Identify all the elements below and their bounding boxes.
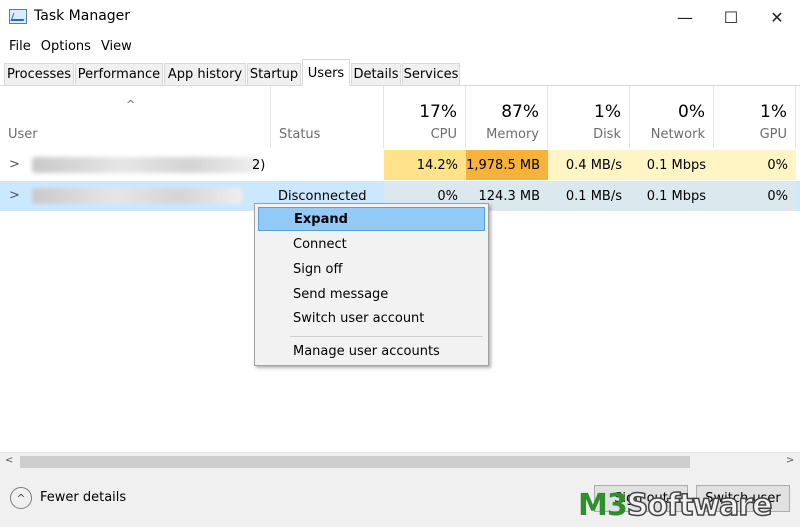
column-label-network: Network (650, 127, 705, 142)
column-label-user: User (8, 127, 38, 142)
menu-view[interactable]: View (96, 39, 137, 54)
tab-startup[interactable]: Startup (247, 63, 301, 85)
menu-separator (290, 336, 483, 337)
fewer-details-link[interactable]: Fewer details (40, 490, 126, 505)
column-header-gpu[interactable]: 1% GPU (714, 86, 796, 148)
column-header-disk[interactable]: 1% Disk (548, 86, 630, 148)
scroll-right-icon[interactable]: > (786, 455, 794, 466)
maximize-button[interactable]: ☐ (708, 0, 754, 34)
minimize-button[interactable]: — (662, 0, 708, 34)
tab-processes[interactable]: Processes (4, 63, 74, 85)
network-total-percent: 0% (678, 102, 705, 122)
column-header-status[interactable]: Status (271, 86, 384, 148)
chevron-up-circle-icon[interactable]: ^ (10, 487, 32, 509)
brand-watermark: M3Software (578, 487, 773, 524)
network-cell: 0.1 Mbps (630, 181, 714, 211)
tab-users[interactable]: Users (302, 59, 350, 86)
column-header-network[interactable]: 0% Network (630, 86, 714, 148)
context-menu: Expand Connect Sign off Send message Swi… (254, 203, 489, 366)
menu-item-send-message[interactable]: Send message (258, 282, 485, 306)
cpu-total-percent: 17% (419, 102, 457, 122)
blurred-user-name (32, 188, 242, 204)
menu-options[interactable]: Options (36, 39, 96, 54)
tab-app-history[interactable]: App history (164, 63, 246, 85)
menu-file[interactable]: File (4, 39, 36, 54)
tab-strip: Processes Performance App history Startu… (0, 58, 800, 86)
cpu-cell: 14.2% (384, 150, 466, 180)
menu-item-manage-user-accounts[interactable]: Manage user accounts (258, 339, 485, 363)
close-button[interactable]: ✕ (754, 0, 800, 34)
column-label-status: Status (279, 127, 321, 142)
tab-performance[interactable]: Performance (75, 63, 163, 85)
tab-details[interactable]: Details (351, 63, 401, 85)
memory-cell: 1,978.5 MB (466, 150, 548, 180)
network-cell: 0.1 Mbps (630, 150, 714, 180)
tab-services[interactable]: Services (402, 63, 460, 85)
sort-ascending-icon: ^ (126, 98, 136, 111)
disk-cell: 0.4 MB/s (548, 150, 630, 180)
column-header-user[interactable]: ^ User (0, 86, 271, 148)
column-header-memory[interactable]: 87% Memory (466, 86, 548, 148)
column-header-cpu[interactable]: 17% CPU (384, 86, 466, 148)
window-title: Task Manager (34, 8, 131, 24)
menu-bar: File Options View (0, 34, 800, 58)
scroll-left-icon[interactable]: < (5, 455, 13, 466)
column-label-disk: Disk (593, 127, 621, 142)
menu-item-expand[interactable]: Expand (258, 207, 485, 231)
gpu-total-percent: 1% (760, 102, 787, 122)
task-manager-app-icon (9, 9, 27, 24)
menu-item-connect[interactable]: Connect (258, 232, 485, 256)
disk-total-percent: 1% (594, 102, 621, 122)
column-label-gpu: GPU (759, 127, 787, 142)
horizontal-scrollbar[interactable]: < > (0, 452, 800, 470)
watermark-software: Software (626, 487, 773, 524)
blurred-user-name (32, 157, 258, 173)
menu-item-sign-off[interactable]: Sign off (258, 257, 485, 281)
user-name-suffix: 2) (252, 157, 266, 173)
gpu-cell: 0% (714, 150, 796, 180)
table-row[interactable]: > 2) 14.2% 1,978.5 MB 0.4 MB/s 0.1 Mbps … (0, 150, 800, 180)
watermark-m3: M3 (578, 488, 628, 523)
memory-total-percent: 87% (501, 102, 539, 122)
expand-chevron-icon[interactable]: > (9, 188, 20, 203)
column-label-cpu: CPU (430, 127, 457, 142)
expand-chevron-icon[interactable]: > (9, 157, 20, 172)
title-bar: Task Manager — ☐ ✕ (0, 0, 800, 34)
status-cell (278, 150, 384, 180)
gpu-cell: 0% (714, 181, 796, 211)
scrollbar-thumb[interactable] (20, 456, 690, 468)
column-label-memory: Memory (486, 127, 539, 142)
menu-item-switch-user-account[interactable]: Switch user account (258, 306, 485, 330)
disk-cell: 0.1 MB/s (548, 181, 630, 211)
